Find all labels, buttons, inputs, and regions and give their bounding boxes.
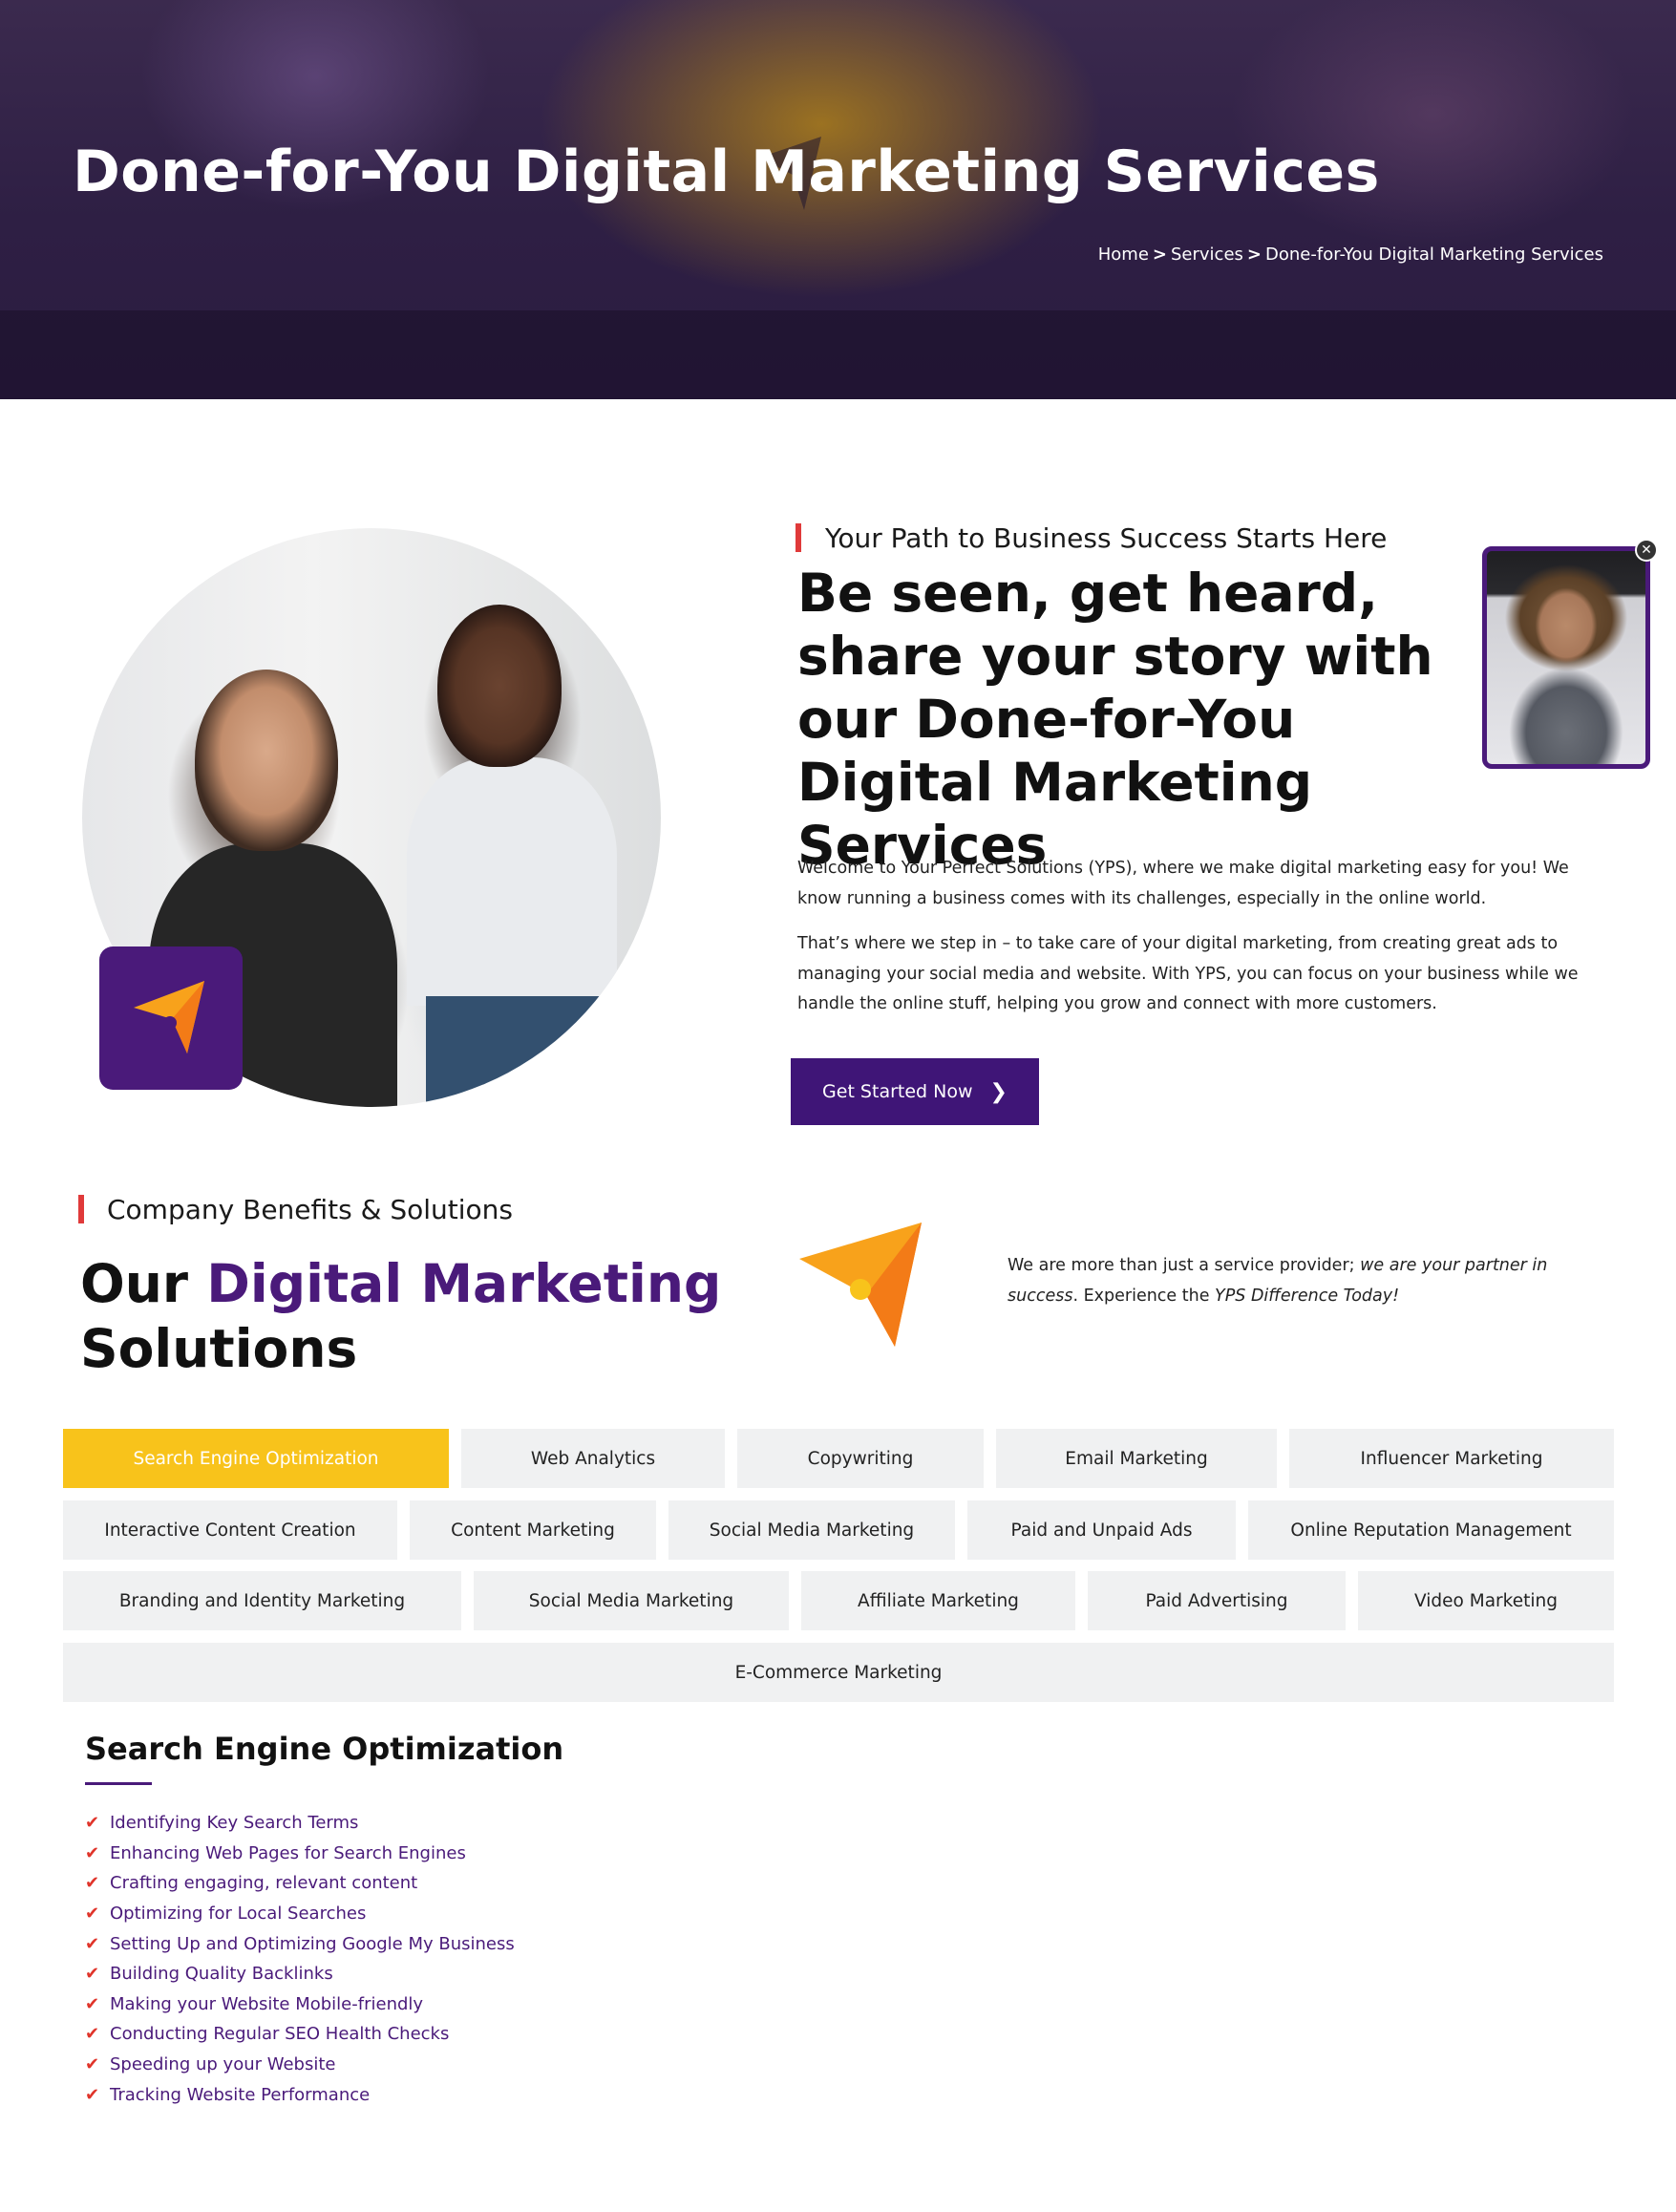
breadcrumb: Home > Services > Done-for-You Digital Marke…: [1098, 245, 1603, 265]
list-item-label: Setting Up and Optimizing Google My Busi…: [110, 1933, 515, 1954]
double-check-icon: ✔: [85, 2024, 100, 2045]
photo-figure: [407, 757, 617, 1006]
list-item: ✔ Speeding up your Website: [85, 2050, 515, 2080]
benefits-text-part: We are more than just a service provider…: [1008, 1256, 1361, 1275]
section-title-prefix: Our: [80, 1253, 207, 1314]
list-item-label: Crafting engaging, relevant content: [110, 1873, 418, 1894]
intro-paragraph: Welcome to Your Perfect Solutions (YPS),…: [797, 859, 1569, 908]
tab-video-marketing[interactable]: Video Marketing: [1358, 1571, 1614, 1630]
seo-panel-title: Search Engine Optimization: [85, 1731, 564, 1767]
double-check-icon: ✔: [85, 2084, 100, 2105]
breadcrumb-home-link[interactable]: Home: [1098, 245, 1149, 265]
list-item-label: Identifying Key Search Terms: [110, 1813, 359, 1834]
list-item-label: Making your Website Mobile-friendly: [110, 1993, 424, 2014]
benefits-eyebrow: Company Benefits & Solutions: [107, 1194, 514, 1225]
hero-banner: Done-for-You Digital Marketing Services …: [0, 0, 1676, 399]
intro-headline: Be seen, get heard, share your story wit…: [797, 563, 1433, 876]
brand-badge: [99, 946, 243, 1090]
tab-web-analytics[interactable]: Web Analytics: [461, 1429, 725, 1488]
list-item: ✔ Optimizing for Local Searches: [85, 1899, 515, 1929]
seo-title-underline: [85, 1782, 152, 1785]
list-item-label: Conducting Regular SEO Health Checks: [110, 2024, 450, 2045]
breadcrumb-current: Done-for-You Digital Marketing Services: [1265, 245, 1603, 265]
intro-paragraph: That’s where we step in – to take care o…: [797, 934, 1579, 1013]
double-check-icon: ✔: [85, 1933, 100, 1954]
section-title: Our Digital Marketing Solutions: [80, 1251, 721, 1381]
tab-paid-advertising[interactable]: Paid Advertising: [1088, 1571, 1346, 1630]
brand-logo-icon: [134, 981, 204, 1053]
tab-copywriting[interactable]: Copywriting: [737, 1429, 984, 1488]
benefits-text: We are more than just a service provider…: [1008, 1251, 1581, 1311]
list-item-label: Tracking Website Performance: [110, 2084, 371, 2105]
tab-paid-and-unpaid-ads[interactable]: Paid and Unpaid Ads: [967, 1500, 1236, 1560]
list-item-label: Speeding up your Website: [110, 2054, 336, 2075]
tab-e-commerce-marketing[interactable]: E-Commerce Marketing: [63, 1643, 1614, 1702]
close-icon[interactable]: ✕: [1635, 539, 1658, 562]
list-item: ✔ Building Quality Backlinks: [85, 1959, 515, 1989]
list-item-label: Enhancing Web Pages for Search Engines: [110, 1842, 466, 1863]
get-started-label: Get Started Now: [822, 1081, 973, 1102]
double-check-icon: ✔: [85, 1964, 100, 1985]
tab-online-reputation-management[interactable]: Online Reputation Management: [1248, 1500, 1614, 1560]
chevron-right-icon: ❯: [989, 1079, 1008, 1104]
photo-figure: [195, 670, 338, 851]
tab-affiliate-marketing[interactable]: Affiliate Marketing: [801, 1571, 1075, 1630]
photo-figure: [437, 605, 562, 767]
double-check-icon: ✔: [85, 1842, 100, 1863]
video-testimonial-bubble[interactable]: [1482, 546, 1650, 769]
breadcrumb-services-link[interactable]: Services: [1171, 245, 1243, 265]
list-item: ✔ Making your Website Mobile-friendly: [85, 1989, 515, 2020]
double-check-icon: ✔: [85, 1904, 100, 1925]
tab-interactive-content-creation[interactable]: Interactive Content Creation: [63, 1500, 397, 1560]
list-item: ✔ Crafting engaging, relevant content: [85, 1868, 515, 1899]
section-title-suffix: Solutions: [80, 1318, 358, 1379]
tab-social-media-marketing-2[interactable]: Social Media Marketing: [474, 1571, 789, 1630]
benefits-text-italic: YPS Difference Today!: [1215, 1286, 1400, 1306]
seo-service-list: ✔ Identifying Key Search Terms ✔ Enhancing…: [85, 1808, 515, 2110]
photo-figure: [426, 996, 607, 1107]
section-title-highlight: Digital Marketing: [206, 1253, 722, 1314]
list-item-label: Optimizing for Local Searches: [110, 1904, 367, 1925]
tab-search-engine-optimization[interactable]: Search Engine Optimization: [63, 1429, 449, 1488]
tab-branding-and-identity-marketing[interactable]: Branding and Identity Marketing: [63, 1571, 461, 1630]
eyebrow-accent-bar: [78, 1195, 84, 1223]
double-check-icon: ✔: [85, 1993, 100, 2014]
get-started-button[interactable]: Get Started Now ❯: [791, 1058, 1039, 1125]
page-title: Done-for-You Digital Marketing Services: [73, 138, 1380, 205]
list-item-label: Building Quality Backlinks: [110, 1964, 333, 1985]
double-check-icon: ✔: [85, 2054, 100, 2075]
brand-logo-icon: [799, 1223, 922, 1347]
list-item: ✔ Identifying Key Search Terms: [85, 1808, 515, 1839]
list-item: ✔ Setting Up and Optimizing Google My Bus…: [85, 1928, 515, 1959]
double-check-icon: ✔: [85, 1813, 100, 1834]
double-check-icon: ✔: [85, 1873, 100, 1894]
breadcrumb-separator-icon: >: [1152, 245, 1167, 265]
hero-bottom-strip: [0, 310, 1676, 399]
tab-social-media-marketing[interactable]: Social Media Marketing: [668, 1500, 955, 1560]
tab-email-marketing[interactable]: Email Marketing: [996, 1429, 1277, 1488]
list-item: ✔ Enhancing Web Pages for Search Engines: [85, 1839, 515, 1869]
tab-content-marketing[interactable]: Content Marketing: [410, 1500, 656, 1560]
list-item: ✔ Tracking Website Performance: [85, 2079, 515, 2110]
benefits-text-part: . Experience the: [1072, 1286, 1216, 1306]
tab-influencer-marketing[interactable]: Influencer Marketing: [1289, 1429, 1614, 1488]
list-item: ✔ Conducting Regular SEO Health Checks: [85, 2019, 515, 2050]
eyebrow-accent-bar: [796, 523, 801, 552]
breadcrumb-separator-icon: >: [1246, 245, 1262, 265]
intro-eyebrow: Your Path to Business Success Starts Her…: [825, 522, 1388, 554]
